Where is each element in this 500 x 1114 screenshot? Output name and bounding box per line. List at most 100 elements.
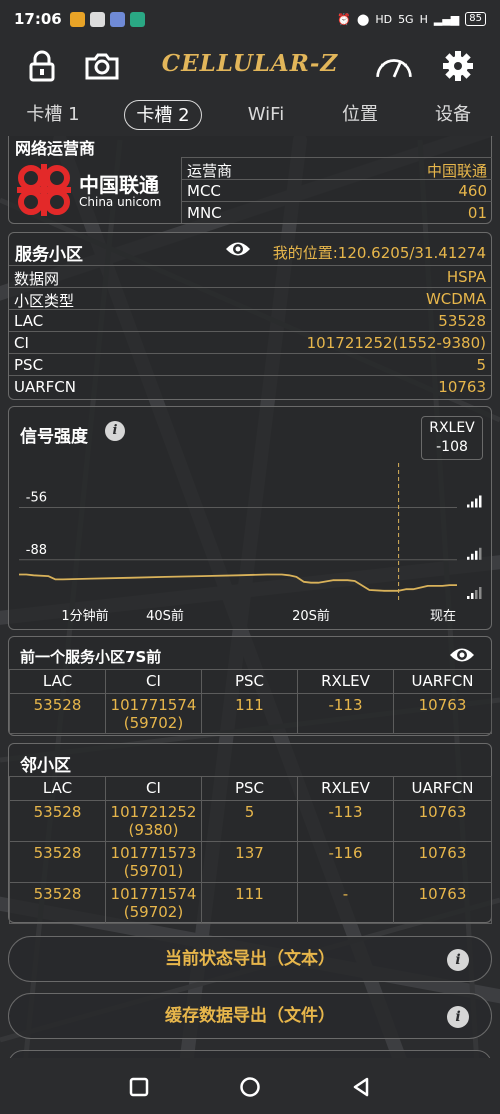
row-value: 01 xyxy=(467,204,487,222)
cell-lac: 53528 xyxy=(9,800,106,842)
mcc-row: MCC 460 xyxy=(182,179,492,201)
tab-device[interactable]: 设备 xyxy=(424,100,482,130)
row-label: LAC xyxy=(14,312,44,330)
cell-rxlev: -113 xyxy=(297,693,394,734)
neighbor-cells-title: 邻小区 xyxy=(20,756,71,776)
cell-uarfcn: 10763 xyxy=(393,841,492,883)
export-file-info-icon[interactable]: i xyxy=(447,1006,469,1028)
header-rxlev: RXLEV xyxy=(297,776,394,801)
cell-ci: 101721252 (9380) xyxy=(105,800,202,842)
app-icon xyxy=(109,11,125,27)
row-value: 10763 xyxy=(438,378,486,396)
row-label: UARFCN xyxy=(14,378,76,396)
table-header-row: LAC CI PSC RXLEV UARFCN xyxy=(9,669,492,694)
psc-row: PSC 5 xyxy=(9,353,491,375)
tab-location[interactable]: 位置 xyxy=(332,100,388,130)
table-row: 53528 101771574 (59702) 111 -113 10763 xyxy=(9,693,492,734)
header-uarfcn: UARFCN xyxy=(393,669,492,694)
gear-icon[interactable] xyxy=(438,46,478,86)
row-value: 5 xyxy=(476,356,486,374)
my-location: 我的位置:120.6205/31.41274 xyxy=(272,244,486,262)
status-bar: 17:06 ⏰ ⬤ HD 5G H ▂▄▆ 85 xyxy=(0,0,500,38)
home-icon[interactable] xyxy=(235,1072,265,1102)
wechat-icon xyxy=(89,11,105,27)
eye-icon[interactable] xyxy=(225,239,251,263)
unicom-knot-icon xyxy=(17,164,71,216)
ci-sub-value: (59701) xyxy=(123,862,184,880)
ci-value: 101721252 xyxy=(110,803,197,821)
cell-ci: 101771573 (59701) xyxy=(105,841,202,883)
signal-level-icon xyxy=(467,587,482,599)
neighbor-table: LAC CI PSC RXLEV UARFCN 53528 101721252(… xyxy=(9,776,492,924)
x-tick-label: 现在 xyxy=(430,609,456,624)
previous-eye-icon[interactable] xyxy=(449,645,475,669)
row-value: 53528 xyxy=(438,312,486,330)
row-label: CI xyxy=(14,334,29,352)
toolbar: CELLULAR-Z xyxy=(0,38,500,96)
cell-uarfcn: 10763 xyxy=(393,693,492,734)
cell-lac: 53528 xyxy=(9,841,106,883)
data-network-row: 数据网 HSPA xyxy=(9,265,491,288)
export-text-info-icon[interactable]: i xyxy=(447,949,469,971)
app-icon-2 xyxy=(129,11,145,27)
previous-cell-card: 前一个服务小区7S前 LAC CI PSC RXLEV UARFCN 53528… xyxy=(8,636,492,736)
speedometer-icon[interactable] xyxy=(374,46,414,86)
cell-psc: 111 xyxy=(201,693,298,734)
cell-rxlev: -113 xyxy=(297,800,394,842)
export-file-button[interactable]: 缓存数据导出（文件） i xyxy=(8,993,492,1039)
export-text-label: 当前状态导出（文本） xyxy=(165,949,335,969)
cell-lac: 53528 xyxy=(9,693,106,734)
row-value: 460 xyxy=(458,182,487,200)
logo-chinese: 中国联通 xyxy=(79,173,159,197)
tab-slot-1[interactable]: 卡槽 1 xyxy=(18,100,88,130)
alarm-icon: ⏰ xyxy=(337,12,351,26)
network-h: H xyxy=(419,12,428,26)
row-label: MNC xyxy=(187,204,222,222)
table-row: 53528 101721252 (9380) 5 -113 10763 xyxy=(9,800,492,842)
tab-slot-2[interactable]: 卡槽 2 xyxy=(124,100,202,130)
cell-rxlev: -116 xyxy=(297,841,394,883)
status-time: 17:06 xyxy=(14,10,62,28)
lock-icon[interactable] xyxy=(22,46,62,86)
cell-uarfcn: 10763 xyxy=(393,882,492,924)
operator-info: 运营商 中国联通 MCC 460 MNC 01 xyxy=(181,157,492,223)
cell-psc: 111 xyxy=(201,882,298,924)
back-icon[interactable] xyxy=(346,1072,376,1102)
row-label: PSC xyxy=(14,356,44,374)
signal-bars-icon: ▂▄▆ xyxy=(433,12,460,26)
ci-value: 101771574 xyxy=(110,885,197,903)
battery-indicator: 85 xyxy=(465,12,486,26)
cell-type-row: 小区类型 WCDMA xyxy=(9,287,491,310)
header-ci: CI xyxy=(105,776,202,801)
cell-psc: 137 xyxy=(201,841,298,883)
row-value: WCDMA xyxy=(425,290,486,308)
ci-value: 101771573 xyxy=(110,844,197,862)
previous-cell-table: LAC CI PSC RXLEV UARFCN 53528 101771574(… xyxy=(9,669,492,734)
operator-section-title: 网络运营商 xyxy=(15,139,96,158)
x-tick-label: 40S前 xyxy=(146,608,184,624)
tab-wifi[interactable]: WiFi xyxy=(236,100,296,130)
export-text-button[interactable]: 当前状态导出（文本） i xyxy=(8,936,492,982)
row-label: MCC xyxy=(187,182,221,200)
ci-sub-value: (9380) xyxy=(128,821,179,839)
row-label: 小区类型 xyxy=(14,292,75,310)
recent-apps-icon[interactable] xyxy=(124,1072,154,1102)
table-header-row: LAC CI PSC RXLEV UARFCN xyxy=(9,776,492,801)
serving-cell-card: 服务小区 我的位置:120.6205/31.41274 数据网 HSPA 小区类… xyxy=(8,232,492,400)
y-tick-label: -88 xyxy=(26,543,47,558)
export-file-label: 缓存数据导出（文件） xyxy=(165,1006,335,1026)
row-label: 运营商 xyxy=(187,162,233,180)
signal-series-line xyxy=(19,573,457,592)
header-psc: PSC xyxy=(201,669,298,694)
weibo-icon xyxy=(69,11,85,27)
tab-bar: 卡槽 1 卡槽 2 WiFi 位置 设备 xyxy=(0,96,500,136)
network-hd: HD xyxy=(375,12,393,26)
serving-cell-title: 服务小区 xyxy=(15,245,83,265)
signal-level-icon xyxy=(467,495,482,508)
app-logo: CELLULAR-Z xyxy=(161,50,339,77)
camera-icon[interactable] xyxy=(82,46,122,86)
header-psc: PSC xyxy=(201,776,298,801)
neighbor-cells-card: 邻小区 LAC CI PSC RXLEV UARFCN 53528 101721… xyxy=(8,743,492,924)
lac-row: LAC 53528 xyxy=(9,309,491,331)
row-label: 数据网 xyxy=(14,270,60,288)
